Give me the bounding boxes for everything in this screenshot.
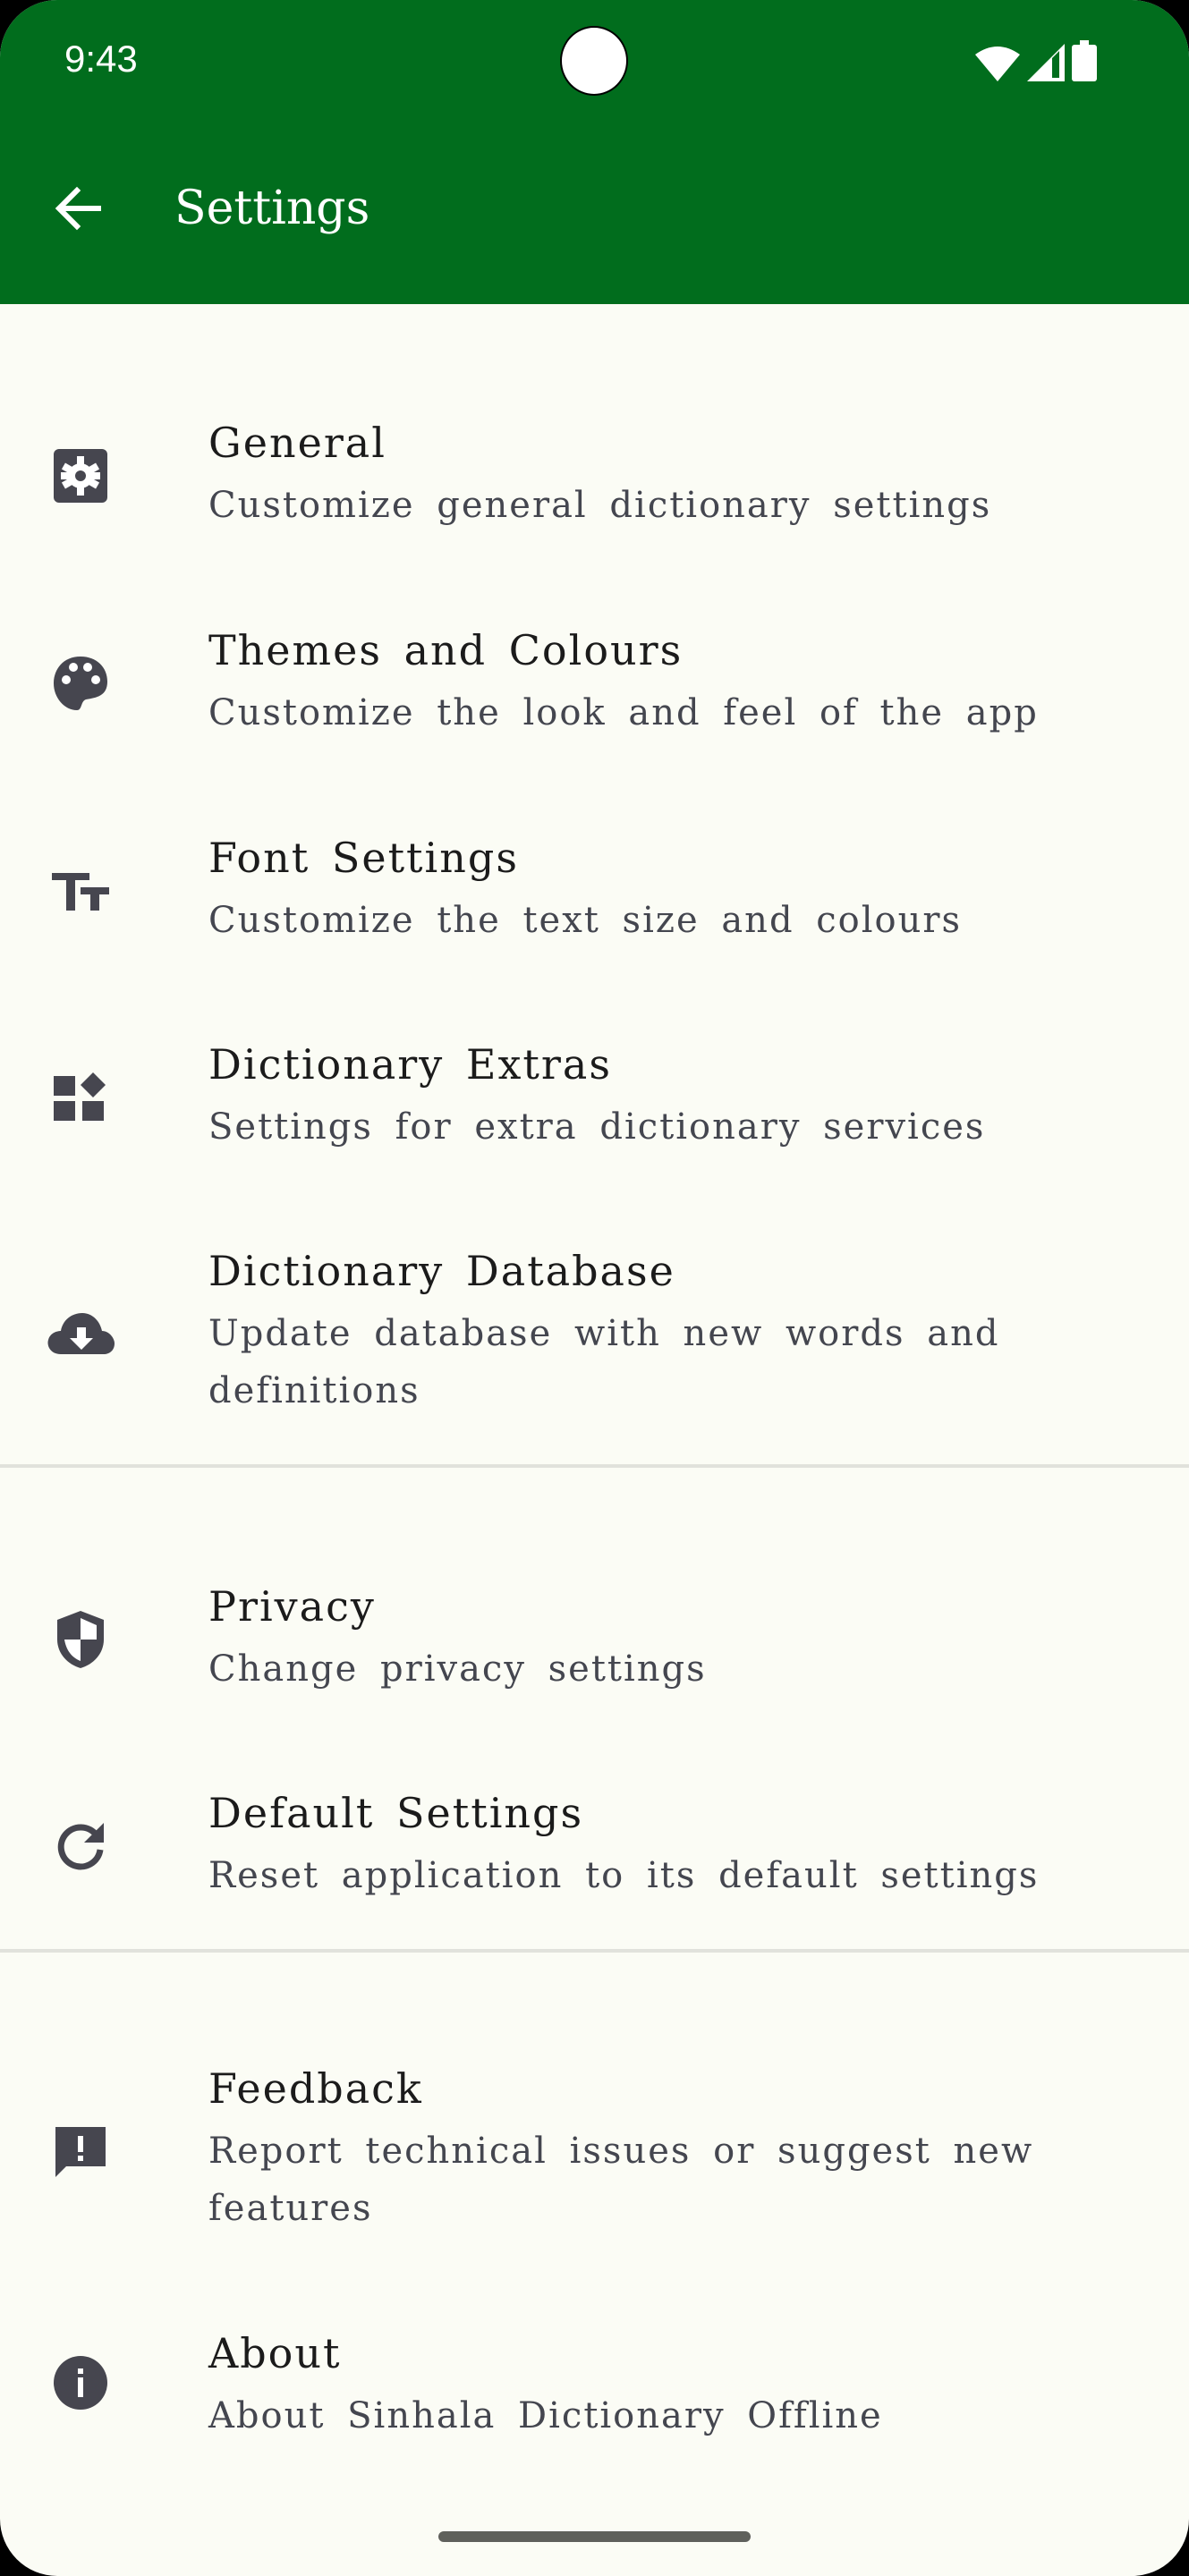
setting-subtitle: Change privacy settings (208, 1648, 707, 1690)
settings-screen: 9:43 Settings General Customize general … (0, 0, 1189, 2576)
text-size-icon (52, 873, 109, 911)
setting-subtitle: Update database with new words and defin… (208, 1313, 1000, 1411)
setting-themes[interactable]: Themes and Colours Customize the look an… (0, 601, 1189, 780)
app-bar: 9:43 Settings (0, 0, 1189, 304)
setting-subtitle: Reset application to its default setting… (208, 1855, 1040, 1896)
setting-title: Font Settings (208, 834, 519, 882)
status-icons (975, 40, 1097, 81)
setting-title: Dictionary Database (208, 1247, 675, 1295)
cloud-download-icon (47, 1313, 115, 1354)
setting-subtitle: Settings for extra dictionary services (208, 1106, 986, 1148)
arrow-back-icon[interactable] (50, 180, 107, 237)
home-indicator[interactable] (438, 2531, 751, 2542)
shield-icon (57, 1611, 104, 1668)
page-title: Settings (174, 182, 370, 235)
setting-subtitle: About Sinhala Dictionary Offline (208, 2395, 883, 2436)
setting-general[interactable]: General Customize general dictionary set… (0, 394, 1189, 572)
setting-title: Themes and Colours (208, 626, 684, 674)
status-time: 9:43 (64, 38, 138, 80)
setting-about[interactable]: About About Sinhala Dictionary Offline (0, 2304, 1189, 2483)
setting-title: Dictionary Extras (208, 1040, 612, 1089)
setting-font[interactable]: Font Settings Customize the text size an… (0, 809, 1189, 987)
widgets-icon (54, 1072, 106, 1121)
setting-default[interactable]: Default Settings Reset application to it… (0, 1764, 1189, 1943)
section-divider (0, 1949, 1189, 1953)
setting-feedback[interactable]: Feedback Report technical issues or sugg… (0, 2039, 1189, 2272)
wifi-icon (975, 47, 1020, 81)
setting-subtitle: Customize the text size and colours (208, 900, 963, 941)
setting-title: Privacy (208, 1582, 376, 1631)
signal-icon (1027, 44, 1065, 81)
gear-icon (54, 449, 107, 503)
setting-title: Feedback (208, 2064, 423, 2113)
feedback-icon (55, 2127, 106, 2177)
battery-icon (1072, 40, 1097, 81)
section-divider (0, 1464, 1189, 1468)
info-icon (54, 2356, 107, 2410)
setting-extras[interactable]: Dictionary Extras Settings for extra dic… (0, 1015, 1189, 1194)
setting-subtitle: Report technical issues or suggest new f… (208, 2131, 1034, 2229)
setting-database[interactable]: Dictionary Database Update database with… (0, 1222, 1189, 1454)
setting-title: About (208, 2329, 342, 2377)
setting-subtitle: Customize the look and feel of the app (208, 692, 1039, 733)
setting-title: General (208, 419, 386, 467)
refresh-icon (57, 1823, 104, 1870)
setting-title: Default Settings (208, 1789, 584, 1837)
palette-icon (54, 657, 107, 710)
setting-privacy[interactable]: Privacy Change privacy settings (0, 1557, 1189, 1736)
setting-subtitle: Customize general dictionary settings (208, 485, 992, 526)
camera-cutout (560, 26, 628, 96)
